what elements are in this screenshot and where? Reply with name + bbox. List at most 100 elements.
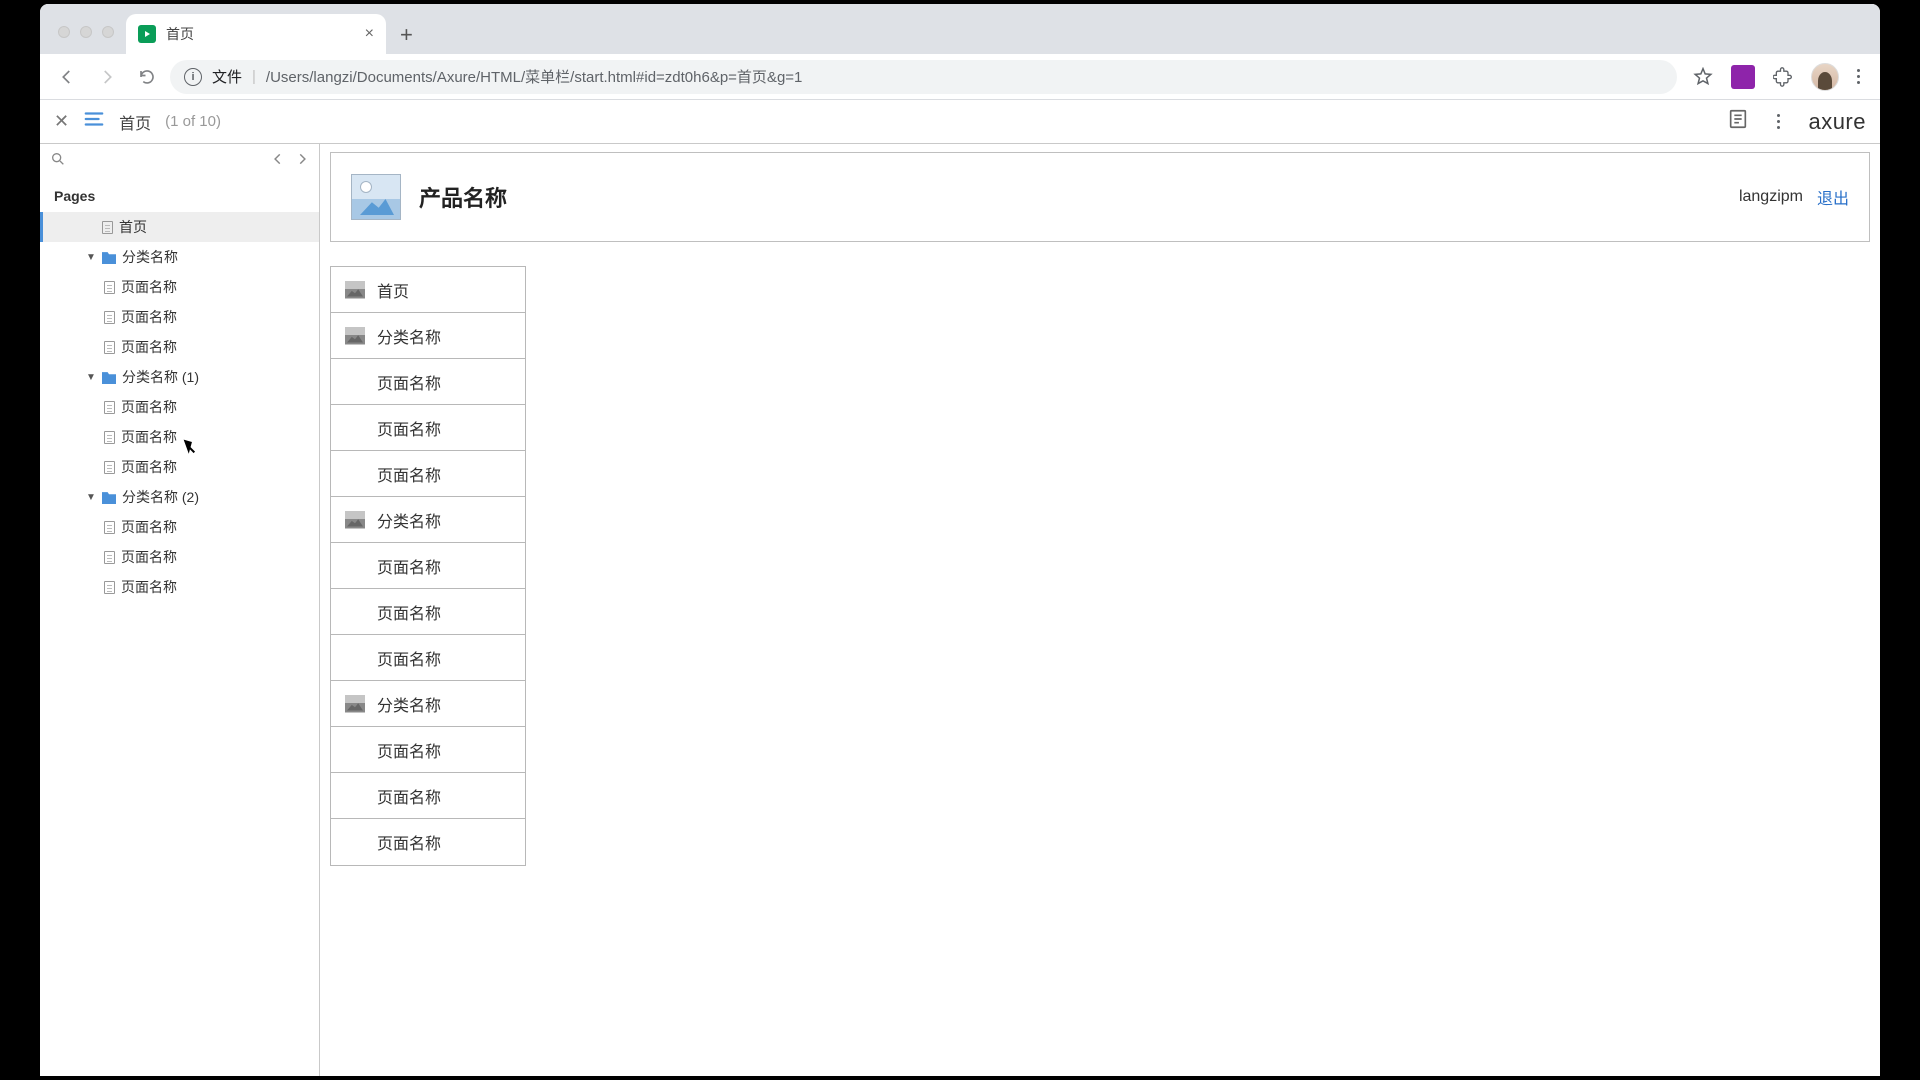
bookmark-icon[interactable] xyxy=(1693,67,1713,87)
tree-item-label: 页面名称 xyxy=(121,277,177,297)
tree-page[interactable]: 页面名称 xyxy=(40,452,319,482)
menu-subitem[interactable]: 页面名称 xyxy=(331,635,525,681)
search-icon[interactable] xyxy=(50,151,66,172)
page-icon xyxy=(104,551,115,564)
browser-menu-icon[interactable] xyxy=(1857,69,1860,84)
tree-page[interactable]: 页面名称 xyxy=(40,392,319,422)
page-icon xyxy=(104,461,115,474)
tree-page[interactable]: 页面名称 xyxy=(40,272,319,302)
menu-item-label: 页面名称 xyxy=(377,416,441,440)
image-placeholder-icon xyxy=(345,281,365,299)
tree-folder[interactable]: ▼ 分类名称 (2) xyxy=(40,482,319,512)
menu-item-label: 页面名称 xyxy=(377,646,441,670)
page-icon xyxy=(104,311,115,324)
caret-down-icon[interactable]: ▼ xyxy=(86,492,96,503)
panel-close-icon[interactable]: ✕ xyxy=(54,111,69,132)
tree-item-label: 首页 xyxy=(119,217,147,237)
menu-item-label: 页面名称 xyxy=(377,830,441,854)
tree-item-label: 页面名称 xyxy=(121,517,177,537)
menu-item-label: 页面名称 xyxy=(377,738,441,762)
tree-page[interactable]: ▼首页 xyxy=(40,212,319,242)
new-tab-button[interactable]: + xyxy=(386,22,425,54)
menu-item-label: 页面名称 xyxy=(377,554,441,578)
tree-page[interactable]: 页面名称 xyxy=(40,332,319,362)
prototype-viewport: 产品名称 langzipm 退出 首页分类名称页面名称页面名称页面名称分类名称页… xyxy=(320,144,1880,1076)
image-placeholder-icon xyxy=(345,511,365,529)
menu-subitem[interactable]: 页面名称 xyxy=(331,727,525,773)
site-info-icon[interactable]: i xyxy=(184,68,202,86)
page-icon xyxy=(102,221,113,234)
axure-more-icon[interactable] xyxy=(1777,114,1780,129)
window-controls xyxy=(50,26,126,54)
extension-icon[interactable] xyxy=(1731,65,1755,89)
page-icon xyxy=(104,581,115,594)
page-icon xyxy=(104,341,115,354)
reload-button[interactable] xyxy=(130,60,164,94)
forward-button[interactable] xyxy=(90,60,124,94)
menu-subitem[interactable]: 页面名称 xyxy=(331,359,525,405)
menu-item[interactable]: 分类名称 xyxy=(331,313,525,359)
folder-icon xyxy=(102,490,116,504)
profile-avatar[interactable] xyxy=(1811,63,1839,91)
tree-folder[interactable]: ▼分类名称 (1) xyxy=(40,362,319,392)
menu-item-label: 页面名称 xyxy=(377,462,441,486)
browser-tab[interactable]: 首页 × xyxy=(126,14,386,54)
url-input[interactable]: i 文件 | /Users/langzi/Documents/Axure/HTM… xyxy=(170,60,1677,94)
username-label: langzipm xyxy=(1739,188,1803,206)
tree-item-label: 页面名称 xyxy=(121,307,177,327)
logout-link[interactable]: 退出 xyxy=(1817,185,1849,209)
folder-icon xyxy=(102,370,116,384)
menu-item-label: 页面名称 xyxy=(377,600,441,624)
menu-subitem[interactable]: 页面名称 xyxy=(331,773,525,819)
tree-page[interactable]: 页面名称 xyxy=(40,512,319,542)
menu-item[interactable]: 分类名称 xyxy=(331,681,525,727)
window-minimize-icon[interactable] xyxy=(80,26,92,38)
url-scheme-label: 文件 xyxy=(212,66,242,87)
menu-item-label: 页面名称 xyxy=(377,370,441,394)
tree-item-label: 分类名称 xyxy=(122,247,178,267)
menu-item[interactable]: 分类名称 xyxy=(331,497,525,543)
menu-item-label: 分类名称 xyxy=(377,324,441,348)
prototype-header: 产品名称 langzipm 退出 xyxy=(330,152,1870,242)
sitemap-toggle-icon[interactable] xyxy=(83,108,105,135)
menu-item-label: 分类名称 xyxy=(377,508,441,532)
folder-icon xyxy=(102,250,116,264)
menu-subitem[interactable]: 页面名称 xyxy=(331,589,525,635)
caret-down-icon[interactable]: ▼ xyxy=(86,252,96,263)
tree-item-label: 页面名称 xyxy=(121,397,177,417)
extensions-menu-icon[interactable] xyxy=(1773,67,1793,87)
tree-item-label: 分类名称 (2) xyxy=(122,487,199,507)
menu-subitem[interactable]: 页面名称 xyxy=(331,543,525,589)
product-logo-icon xyxy=(351,174,401,220)
tree-page[interactable]: 页面名称 xyxy=(40,422,319,452)
page-icon xyxy=(104,521,115,534)
image-placeholder-icon xyxy=(345,695,365,713)
pages-sidebar: Pages ▼首页▼分类名称页面名称页面名称页面名称▼分类名称 (1)页面名称页… xyxy=(40,144,320,1076)
tree-page[interactable]: 页面名称 xyxy=(40,572,319,602)
page-icon xyxy=(104,401,115,414)
window-close-icon[interactable] xyxy=(58,26,70,38)
prev-page-icon[interactable] xyxy=(271,152,285,171)
menu-subitem[interactable]: 页面名称 xyxy=(331,451,525,497)
tree-item-label: 页面名称 xyxy=(121,547,177,567)
window-maximize-icon[interactable] xyxy=(102,26,114,38)
notes-icon[interactable] xyxy=(1727,108,1749,135)
caret-down-icon[interactable]: ▼ xyxy=(86,372,96,383)
image-placeholder-icon xyxy=(345,327,365,345)
tree-folder[interactable]: ▼ 分类名称 xyxy=(40,242,319,272)
menu-subitem[interactable]: 页面名称 xyxy=(331,819,525,865)
browser-tab-strip: 首页 × + xyxy=(40,4,1880,54)
url-path: /Users/langzi/Documents/Axure/HTML/菜单栏/s… xyxy=(266,66,802,87)
tree-item-label: 页面名称 xyxy=(121,457,177,477)
back-button[interactable] xyxy=(50,60,84,94)
page-icon xyxy=(104,281,115,294)
menu-item-label: 页面名称 xyxy=(377,784,441,808)
menu-subitem[interactable]: 页面名称 xyxy=(331,405,525,451)
tab-close-icon[interactable]: × xyxy=(365,25,374,43)
menu-item-label: 首页 xyxy=(377,278,409,302)
tree-page[interactable]: 页面名称 xyxy=(40,542,319,572)
tree-page[interactable]: 页面名称 xyxy=(40,302,319,332)
next-page-icon[interactable] xyxy=(295,152,309,171)
tab-title: 首页 xyxy=(166,24,355,44)
menu-item[interactable]: 首页 xyxy=(331,267,525,313)
